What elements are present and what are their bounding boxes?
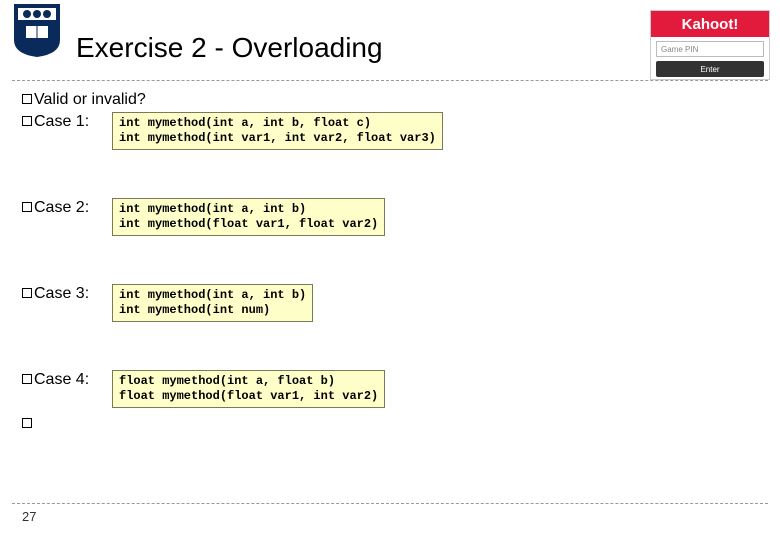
case-4: Case 4: float mymethod(int a, float b) f…: [22, 370, 758, 428]
checkbox-icon: [22, 116, 32, 126]
case-4-label: Case 4:: [34, 370, 89, 390]
content-area: Valid or invalid? Case 1: int mymethod(i…: [22, 90, 758, 428]
page-title: Exercise 2 - Overloading: [76, 32, 383, 64]
case-4-code: float mymethod(int a, float b) float mym…: [112, 370, 385, 408]
question-line: Valid or invalid?: [22, 90, 758, 110]
case-2-code: int mymethod(int a, int b) int mymethod(…: [112, 198, 385, 236]
checkbox-icon: [22, 202, 32, 212]
checkbox-icon: [22, 418, 32, 428]
university-logo: [12, 2, 62, 58]
case-3: Case 3: int mymethod(int a, int b) int m…: [22, 284, 758, 322]
question-text: Valid or invalid?: [34, 90, 146, 110]
kahoot-brand: Kahoot!: [651, 11, 769, 37]
checkbox-icon: [22, 94, 32, 104]
case-3-code: int mymethod(int a, int b) int mymethod(…: [112, 284, 313, 322]
kahoot-widget: Kahoot! Game PIN Enter: [650, 10, 770, 80]
case-2: Case 2: int mymethod(int a, int b) int m…: [22, 198, 758, 236]
divider-bottom: [12, 503, 768, 504]
case-1: Case 1: int mymethod(int a, int b, float…: [22, 112, 758, 150]
case-2-label: Case 2:: [34, 198, 89, 218]
checkbox-icon: [22, 374, 32, 384]
kahoot-enter-button[interactable]: Enter: [656, 61, 764, 77]
page-number: 27: [22, 509, 36, 524]
checkbox-icon: [22, 288, 32, 298]
case-1-code: int mymethod(int a, int b, float c) int …: [112, 112, 443, 150]
case-1-label: Case 1:: [34, 112, 89, 132]
trailing-checkbox: [22, 414, 758, 428]
case-3-label: Case 3:: [34, 284, 89, 304]
kahoot-pin-input[interactable]: Game PIN: [656, 41, 764, 57]
